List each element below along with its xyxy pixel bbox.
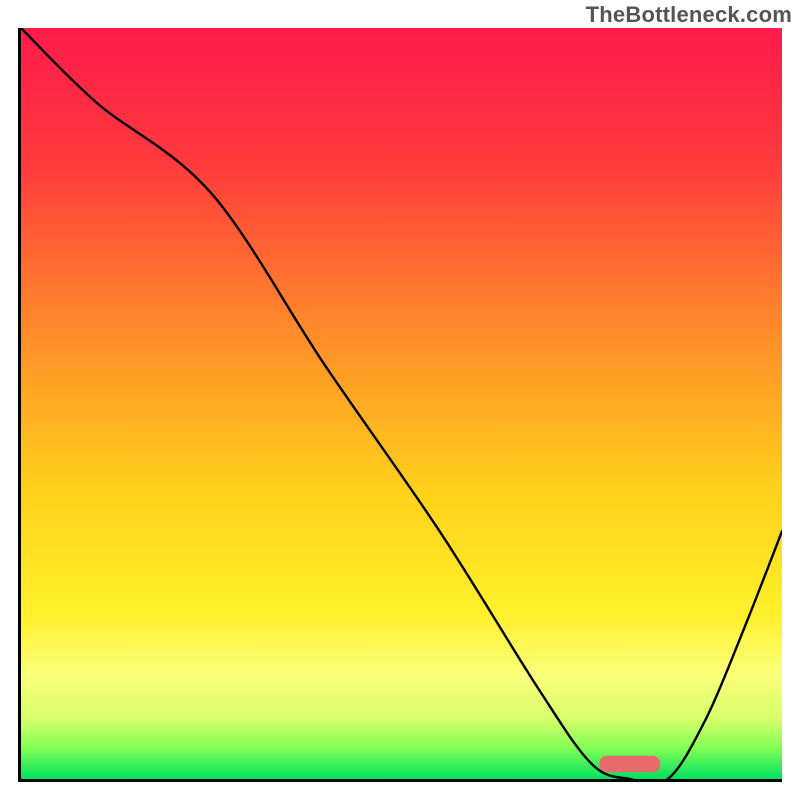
plot-area — [21, 28, 782, 779]
attribution-label: TheBottleneck.com — [586, 2, 792, 28]
chart-canvas: TheBottleneck.com — [0, 0, 800, 800]
sweet-spot-marker — [21, 28, 782, 779]
plot-frame — [18, 28, 782, 782]
